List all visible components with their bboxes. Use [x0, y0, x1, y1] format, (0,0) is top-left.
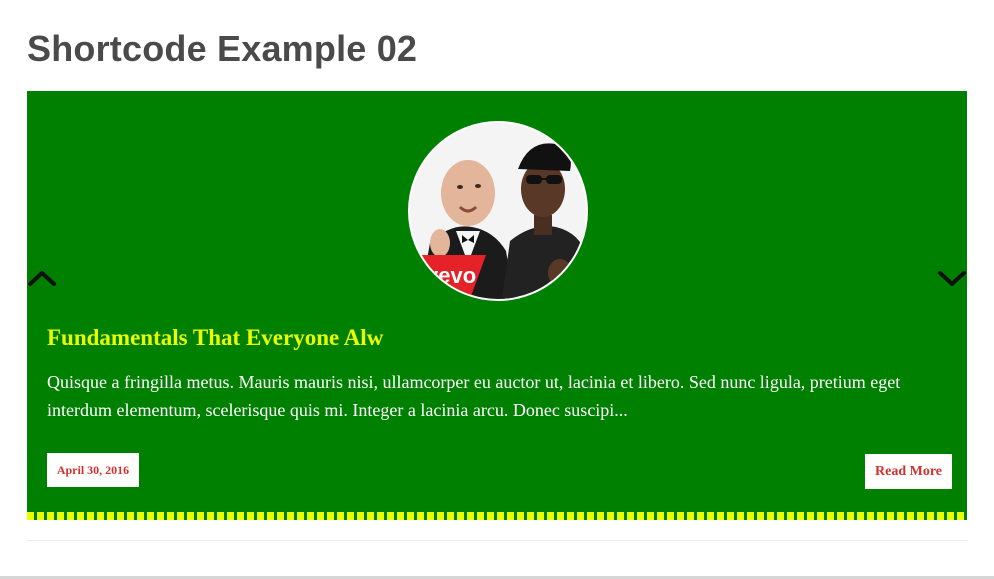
post-thumbnail: vevo [408, 121, 588, 301]
post-thumbnail-image: vevo [410, 123, 586, 299]
page-title: Shortcode Example 02 [27, 28, 418, 69]
chevron-down-icon [938, 271, 966, 286]
post-excerpt: Quisque a fringilla metus. Mauris mauris… [47, 372, 901, 420]
chevron-up-icon [28, 271, 56, 286]
read-more-button[interactable]: Read More [865, 454, 952, 489]
slider-next-button[interactable] [937, 268, 967, 288]
post-title[interactable]: Fundamentals That Everyone Alw [47, 325, 383, 351]
post-date-badge: April 30, 2016 [47, 453, 139, 487]
decorative-stripe [27, 512, 967, 520]
divider [27, 540, 967, 541]
slider-prev-button[interactable] [27, 268, 57, 288]
vevo-logo-text: vevo [426, 263, 476, 288]
post-slider: vevo Fundamentals That Everyone Alw Quis… [27, 91, 967, 512]
